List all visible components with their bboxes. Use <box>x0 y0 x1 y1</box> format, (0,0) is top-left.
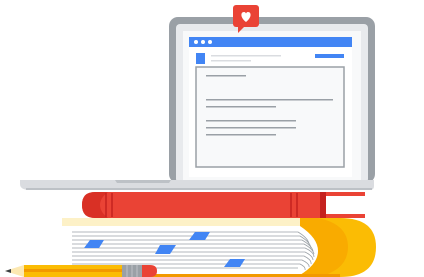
content-line <box>206 120 296 122</box>
pencil-eraser <box>142 265 157 277</box>
top-book-pages <box>326 196 365 214</box>
content-line <box>206 134 276 136</box>
window-control-dot <box>201 40 205 44</box>
header-accent-bar <box>315 54 344 58</box>
browser-titlebar <box>189 37 352 47</box>
content-line <box>206 127 296 129</box>
pencil-icon <box>5 265 157 277</box>
pencil-lead <box>5 269 11 273</box>
laptop <box>20 5 375 190</box>
window-control-dot <box>208 40 212 44</box>
top-book-back-edge <box>320 192 326 218</box>
content-card <box>195 66 345 168</box>
content-line <box>206 99 333 101</box>
browser-window <box>189 37 352 177</box>
laptop-base-shadow <box>26 188 372 190</box>
content-line <box>206 106 276 108</box>
bottom-book-back-cover <box>62 218 320 226</box>
top-book <box>82 192 365 218</box>
header-line <box>211 55 281 57</box>
pencil-body-stripe <box>24 269 122 272</box>
trackpad-notch <box>115 180 171 183</box>
header-line <box>211 60 251 62</box>
content-line <box>206 75 246 77</box>
sidebar-marker <box>196 53 205 64</box>
window-control-dot <box>194 40 198 44</box>
laptop-books-illustration <box>5 5 376 277</box>
